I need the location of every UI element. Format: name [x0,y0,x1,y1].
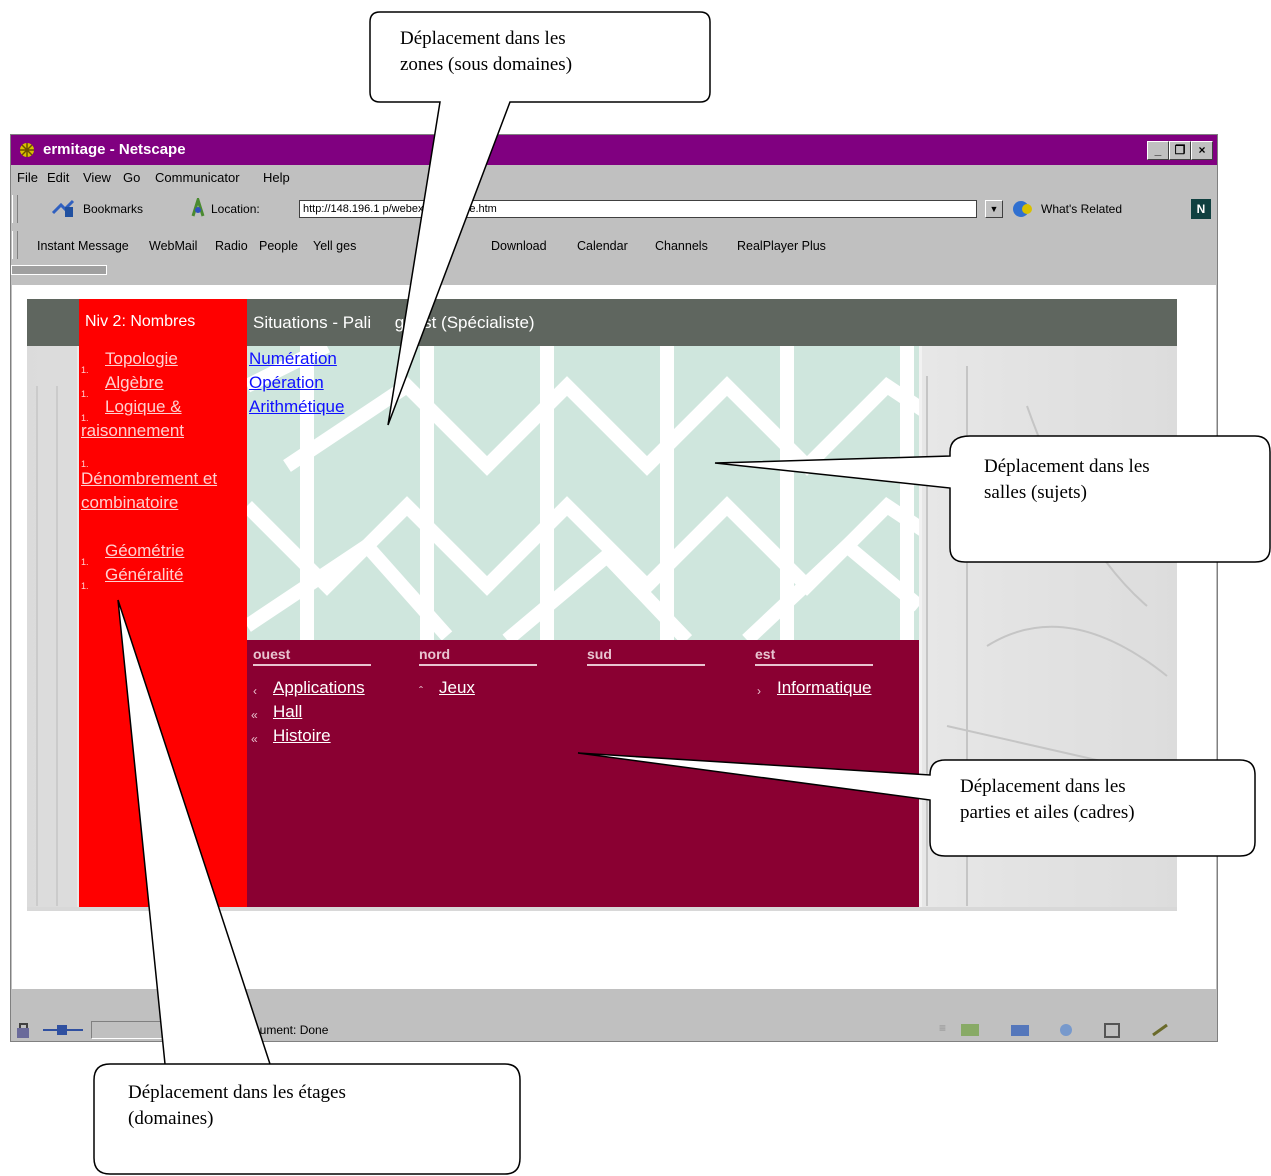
callout-line: Déplacement dans les [400,28,566,49]
callout-line: (domaines) [128,1108,214,1129]
callout-parties-bubble [577,752,1256,857]
callout-line: salles (sujets) [984,482,1087,503]
callout-zones-text: Déplacement dans les zones (sous domaine… [400,26,572,78]
callout-line: Déplacement dans les étages [128,1082,346,1103]
callout-shapes [93,11,1271,1175]
callout-line: Déplacement dans les [984,456,1150,477]
callout-line: zones (sous domaines) [400,54,573,75]
callout-line: parties et ailes (cadres) [960,802,1135,823]
callout-line: Déplacement dans les [960,776,1126,797]
callout-salles-text: Déplacement dans les salles (sujets) [984,454,1150,506]
callout-etages-text: Déplacement dans les étages (domaines) [128,1080,346,1132]
callout-parties-text: Déplacement dans les parties et ailes (c… [960,774,1135,826]
